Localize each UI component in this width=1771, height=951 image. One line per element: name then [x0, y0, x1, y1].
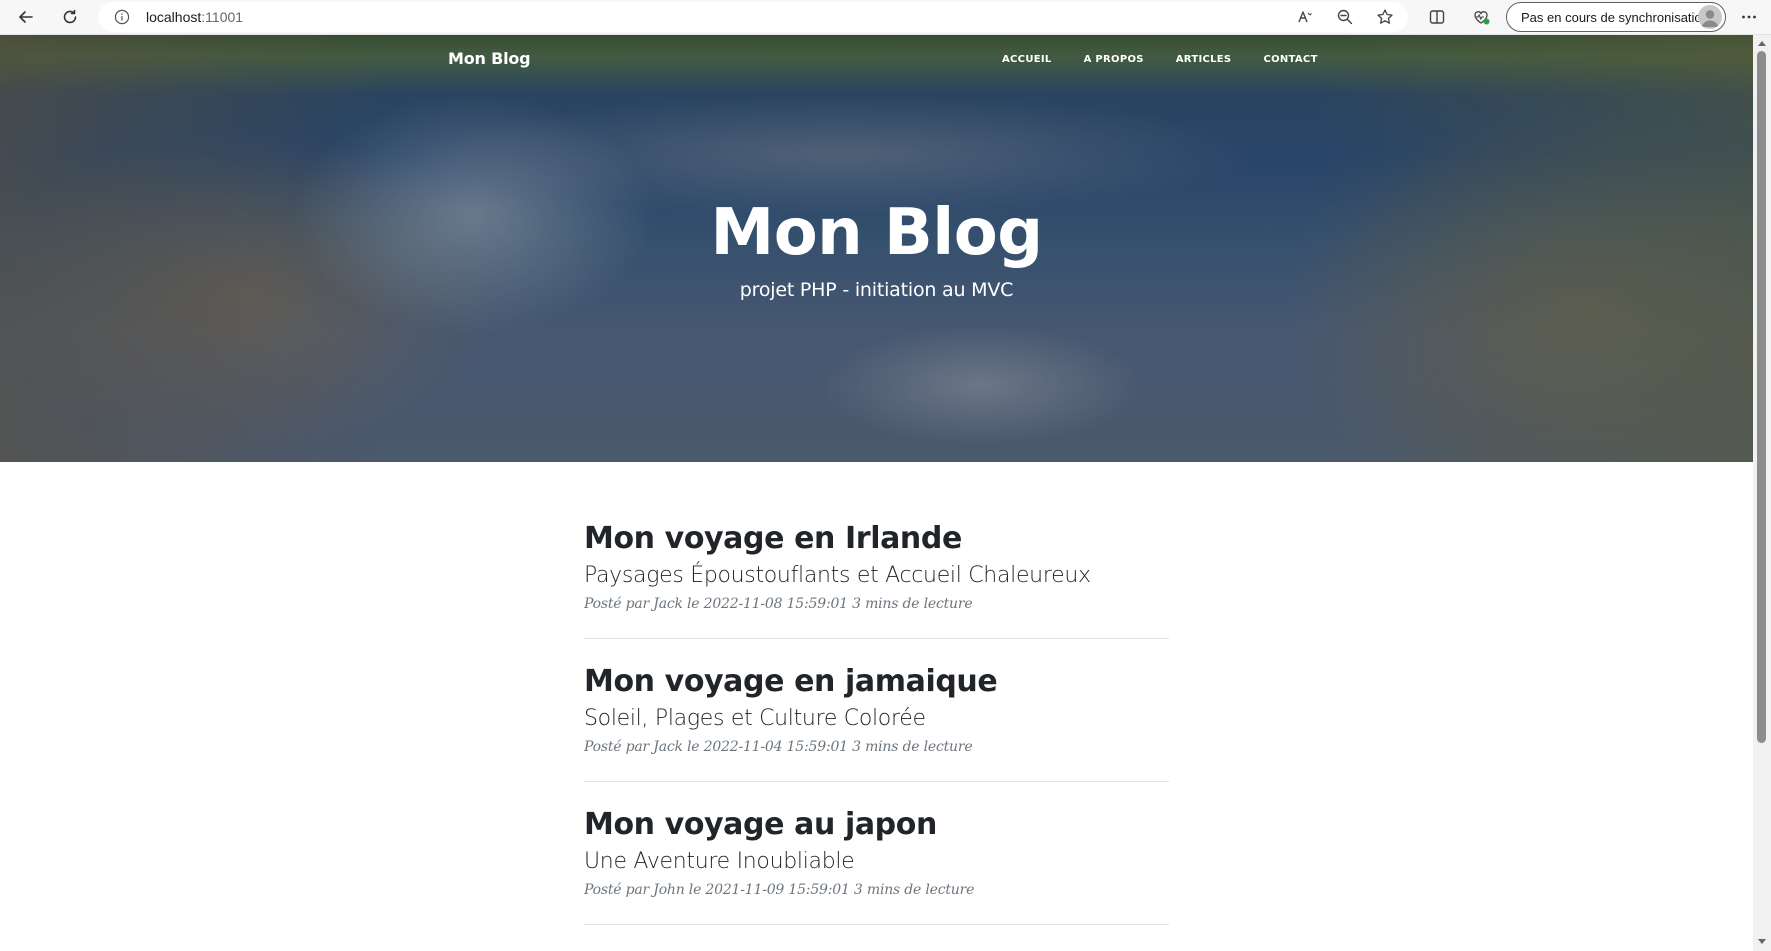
- zoom-out-icon[interactable]: [1331, 4, 1359, 30]
- page-scrollbar[interactable]: [1753, 35, 1771, 951]
- nav-links: Accueil A propos Articles Contact: [1002, 54, 1350, 65]
- scroll-down-icon[interactable]: [1757, 937, 1767, 947]
- post-list: Mon voyage en Irlande Paysages Époustouf…: [584, 520, 1169, 949]
- post-subtitle[interactable]: Une Aventure Inoubliable: [584, 848, 1169, 876]
- post-subtitle[interactable]: Soleil, Plages et Culture Colorée: [584, 705, 1169, 733]
- scroll-thumb[interactable]: [1757, 51, 1766, 743]
- more-icon[interactable]: [1735, 4, 1763, 30]
- post-subtitle[interactable]: Paysages Époustouflants et Accueil Chale…: [584, 562, 1169, 590]
- browser-toolbar: localhost:11001 Pas en cours de synchron…: [0, 0, 1771, 35]
- navbar-brand[interactable]: Mon Blog: [448, 49, 531, 68]
- split-screen-icon[interactable]: [1423, 4, 1451, 30]
- profile-avatar-icon: [1698, 5, 1722, 29]
- hero-subtitle: projet PHP - initiation au MVC: [739, 279, 1014, 301]
- post-meta: Posté par Jack le 2022-11-04 15:59:01 3 …: [584, 739, 973, 755]
- post-meta: Posté par Jack le 2022-11-08 15:59:01 3 …: [584, 596, 973, 612]
- main-navbar: Mon Blog Accueil A propos Articles Conta…: [0, 35, 1753, 95]
- sync-status-label: Pas en cours de synchronisation: [1521, 9, 1709, 25]
- post-title[interactable]: Mon voyage en jamaique: [584, 663, 1169, 701]
- url-text[interactable]: localhost:11001: [146, 9, 243, 25]
- post-title[interactable]: Mon voyage au japon: [584, 806, 1169, 844]
- post-preview: Mon voyage au japon Une Aventure Inoubli…: [584, 806, 1169, 925]
- nav-link-articles[interactable]: Articles: [1176, 54, 1232, 65]
- refresh-icon[interactable]: [56, 4, 84, 30]
- nav-link-contact[interactable]: Contact: [1263, 54, 1317, 65]
- post-title[interactable]: Mon voyage en Irlande: [584, 520, 1169, 558]
- browser-essentials-icon[interactable]: [1467, 4, 1495, 30]
- scroll-up-icon[interactable]: [1757, 38, 1767, 48]
- address-bar[interactable]: localhost:11001: [98, 2, 1408, 32]
- nav-link-accueil[interactable]: Accueil: [1002, 54, 1052, 65]
- post-preview: Mon voyage en jamaique Soleil, Plages et…: [584, 663, 1169, 782]
- post-preview: Mon voyage en Irlande Paysages Époustouf…: [584, 520, 1169, 639]
- back-arrow-icon[interactable]: [12, 4, 40, 30]
- url-host: localhost: [146, 9, 202, 25]
- read-aloud-icon[interactable]: [1291, 4, 1319, 30]
- post-meta: Posté par John le 2021-11-09 15:59:01 3 …: [584, 882, 975, 898]
- page-viewport: Mon Blog Accueil A propos Articles Conta…: [0, 35, 1753, 951]
- hero-heading: Mon Blog projet PHP - initiation au MVC: [0, 195, 1753, 301]
- hero-banner: Mon Blog Accueil A propos Articles Conta…: [0, 35, 1753, 462]
- nav-link-a-propos[interactable]: A propos: [1084, 54, 1144, 65]
- url-port: :11001: [201, 9, 244, 25]
- profile-sync-button[interactable]: Pas en cours de synchronisation: [1506, 2, 1726, 32]
- star-icon[interactable]: [1371, 4, 1399, 30]
- hero-title: Mon Blog: [710, 196, 1044, 270]
- info-icon[interactable]: [114, 9, 130, 25]
